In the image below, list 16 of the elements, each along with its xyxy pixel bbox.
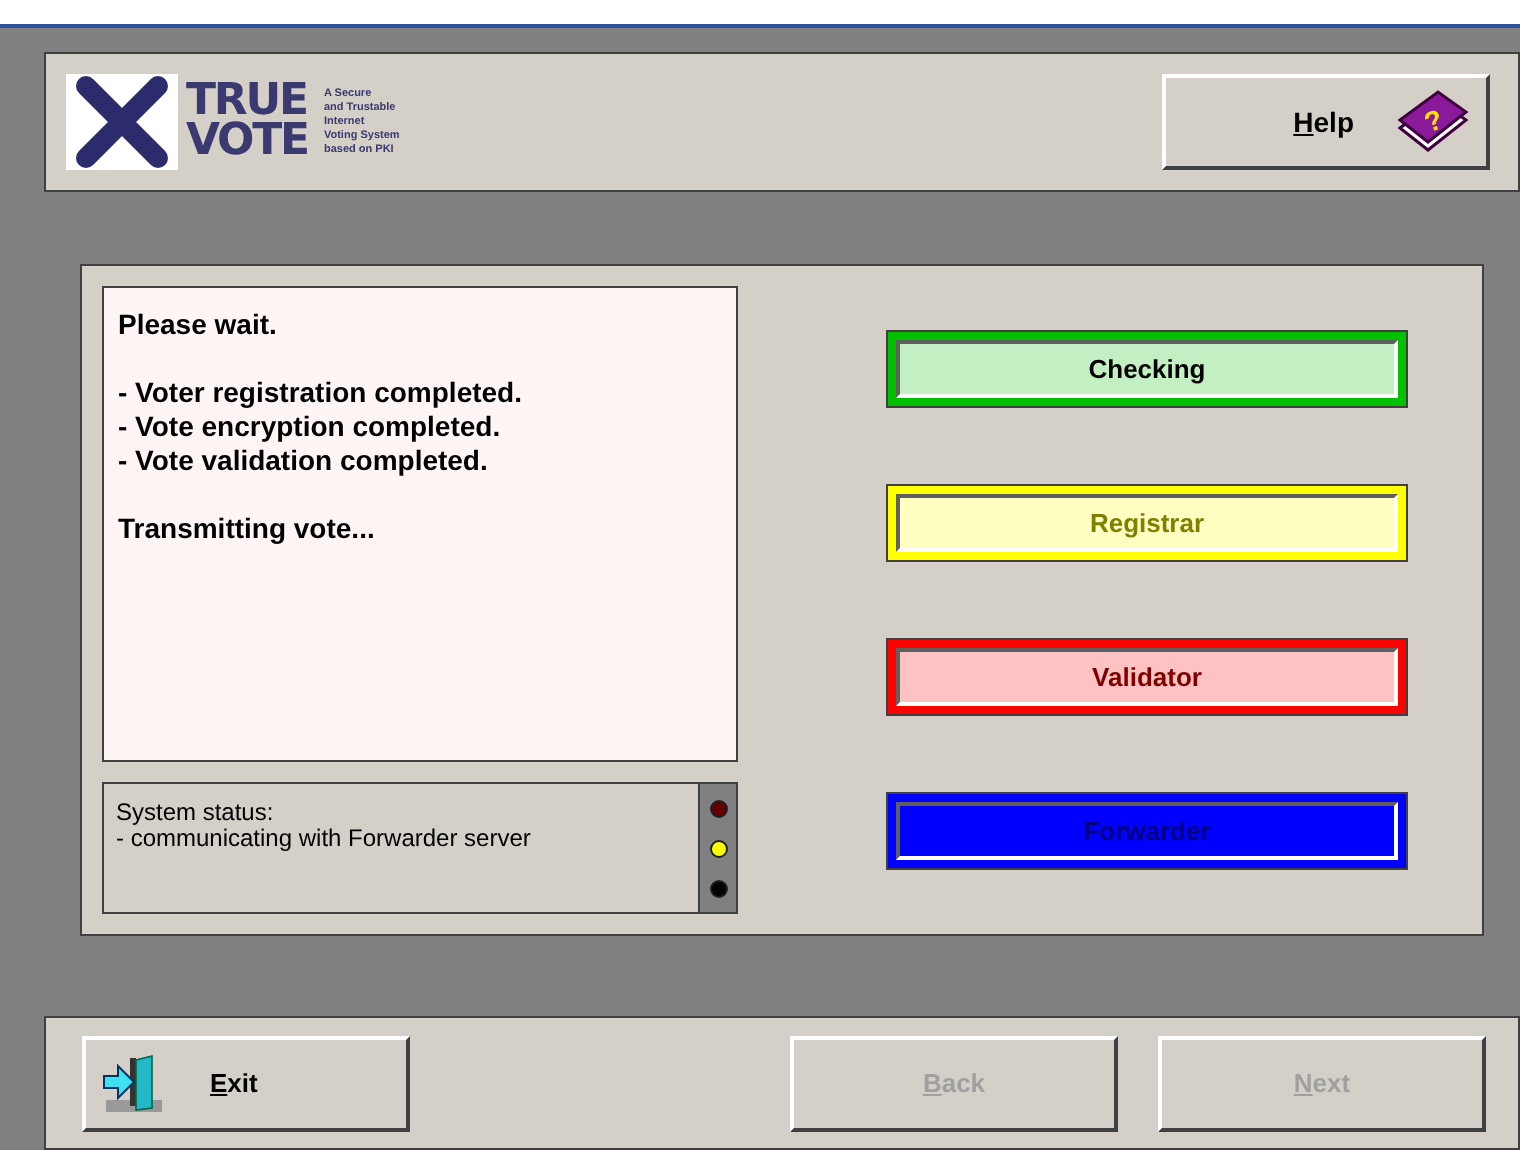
status-text: - communicating with Forwarder server — [116, 826, 533, 852]
server-label: Registrar — [1089, 505, 1205, 542]
exit-button[interactable]: Exit — [82, 1035, 410, 1131]
server-label: Checking — [1088, 351, 1206, 388]
message-line: Please wait. — [118, 308, 279, 342]
server-label: Validator — [1092, 659, 1202, 696]
message-line: - Voter registration completed. — [118, 376, 524, 410]
message-line: - Vote validation completed. — [118, 444, 490, 478]
help-button[interactable]: Help ? — [1162, 74, 1490, 170]
x-mark-icon — [66, 74, 178, 170]
server-label: Forwarder — [1083, 813, 1211, 850]
logo-word: VOTE — [186, 122, 308, 162]
message-line: - Vote encryption completed. — [118, 410, 503, 444]
status-title: System status: — [116, 800, 276, 826]
logo-word: TRUE — [186, 82, 308, 122]
message-line: Transmitting vote... — [118, 512, 377, 546]
